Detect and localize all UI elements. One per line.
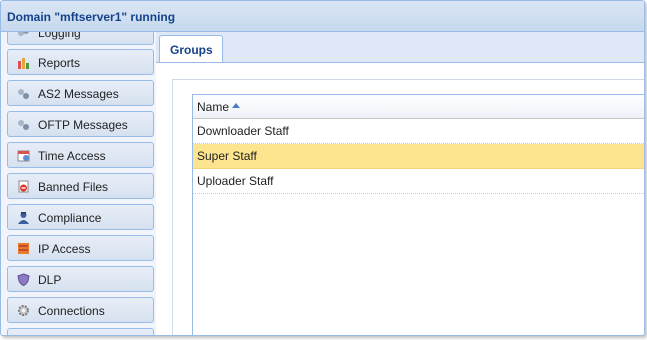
compliance-icon [18, 212, 29, 224]
window-title: Domain "mftserver1" running [7, 10, 176, 24]
sidebar-item-label: OFTP Messages [38, 118, 128, 132]
sidebar-item-reports[interactable]: Reports [7, 49, 154, 75]
groups-grid: Name Downloader Staff Super Staff Upload… [192, 94, 644, 335]
sidebar-item-as2-messages[interactable]: AS2 Messages [7, 80, 154, 106]
sidebar-item-label: DLP [38, 273, 62, 287]
sort-ascending-icon [232, 103, 240, 108]
ip-access-icon [18, 243, 29, 254]
group-name-cell: Downloader Staff [197, 124, 289, 138]
sidebar-item-banned-files[interactable]: Banned Files [7, 173, 154, 199]
sidebar-item-label: Compliance [38, 211, 102, 225]
column-header-label: Name [197, 100, 230, 114]
table-row[interactable]: Uploader Staff [193, 169, 644, 194]
title-bar: Domain "mftserver1" running [1, 1, 644, 32]
sidebar-item-label: IP Access [38, 242, 91, 256]
as2-messages-icon [18, 89, 29, 99]
main-area: Groups Name Downloader Staff Super Staff [156, 32, 644, 335]
sidebar-item-time-access[interactable]: Time Access [7, 142, 154, 168]
sidebar: Logging Reports AS2 Messages OFTP Messag… [1, 32, 157, 335]
logging-icon [18, 32, 29, 36]
grid-header-name[interactable]: Name [193, 95, 644, 119]
sidebar-item-more[interactable] [7, 328, 154, 335]
sidebar-item-connections[interactable]: Connections [7, 297, 154, 323]
table-row[interactable]: Downloader Staff [193, 119, 644, 144]
domain-window: Domain "mftserver1" running Logging Repo… [0, 0, 645, 336]
groups-panel: Name Downloader Staff Super Staff Upload… [172, 79, 644, 335]
time-access-icon [17, 150, 30, 162]
table-row-selected[interactable]: Super Staff [193, 144, 644, 169]
dlp-icon [17, 273, 30, 286]
sidebar-item-oftp-messages[interactable]: OFTP Messages [7, 111, 154, 137]
sidebar-item-label: Banned Files [38, 180, 109, 194]
reports-icon [18, 58, 29, 69]
sidebar-item-compliance[interactable]: Compliance [7, 204, 154, 230]
tab-label: Groups [170, 43, 213, 57]
sidebar-item-ip-access[interactable]: IP Access [7, 235, 154, 261]
group-name-cell: Uploader Staff [197, 174, 274, 188]
connections-icon [18, 305, 29, 316]
sidebar-item-label: Reports [38, 56, 81, 70]
sidebar-item-label: Time Access [38, 149, 106, 163]
banned-files-icon [18, 180, 29, 193]
tab-groups[interactable]: Groups [159, 35, 223, 62]
sidebar-item-label: Connections [38, 304, 105, 318]
tab-bar: Groups [156, 32, 644, 63]
sidebar-item-label: AS2 Messages [38, 87, 119, 101]
sidebar-item-label: Logging [38, 32, 81, 40]
oftp-messages-icon [18, 120, 29, 130]
sidebar-item-dlp[interactable]: DLP [7, 266, 154, 292]
sidebar-item-logging[interactable]: Logging [7, 32, 154, 45]
group-name-cell: Super Staff [197, 149, 257, 163]
